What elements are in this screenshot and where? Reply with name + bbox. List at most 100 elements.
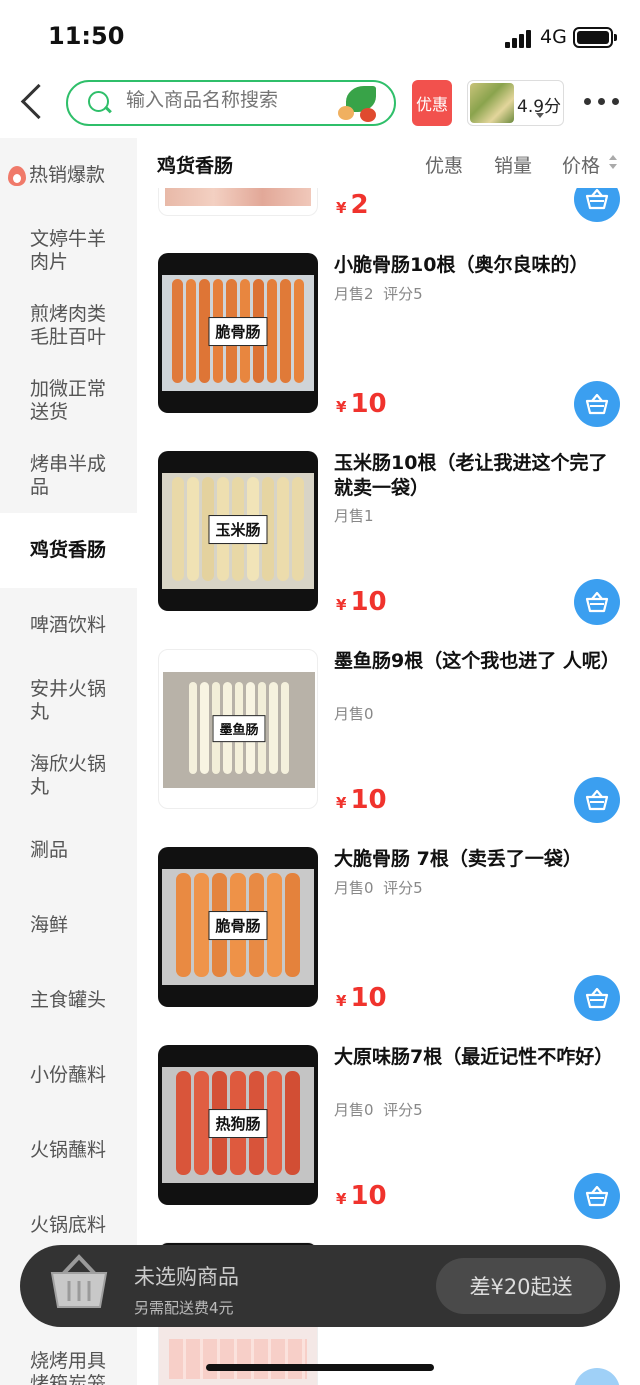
sidebar-item-label: 火锅蘸料: [30, 1139, 107, 1161]
sidebar-item-label: 烤串半成品: [30, 452, 107, 498]
network-label: 4G: [540, 26, 567, 48]
add-to-cart-button[interactable]: [574, 381, 620, 427]
back-button[interactable]: [16, 82, 52, 122]
basket-icon: [585, 789, 609, 811]
sidebar-item-label: 烧烤用具烤箱炭笼: [30, 1350, 107, 1385]
checkout-button[interactable]: 差¥20起送: [436, 1258, 606, 1314]
product-image: 脆骨肠: [158, 847, 318, 1007]
shopping-basket-icon: [50, 1254, 108, 1308]
fire-icon: [8, 165, 26, 186]
sidebar-item[interactable]: 火锅蘸料: [0, 1113, 137, 1188]
sort-sales-tab[interactable]: 销量: [494, 151, 532, 178]
sidebar-item[interactable]: 海欣火锅丸: [0, 738, 137, 813]
sidebar-item[interactable]: 安井火锅丸: [0, 663, 137, 738]
add-to-cart-button[interactable]: [574, 1368, 620, 1385]
sidebar-item[interactable]: 加微正常送货: [0, 363, 137, 438]
product-price: ¥10: [336, 983, 387, 1013]
product-image: [158, 188, 318, 216]
add-to-cart-button[interactable]: [574, 188, 620, 222]
home-indicator: [206, 1364, 434, 1371]
sidebar-item-active[interactable]: 鸡货香肠: [0, 513, 137, 588]
sort-price-tab[interactable]: 价格: [562, 151, 600, 178]
sidebar-item-hot[interactable]: 热销爆款: [0, 138, 137, 213]
sidebar-item[interactable]: 啤酒饮料: [0, 588, 137, 663]
package-label: 墨鱼肠: [212, 715, 266, 743]
store-rating-button[interactable]: 4.9分: [467, 80, 564, 126]
status-time: 11:50: [48, 22, 125, 50]
product-price: ¥2: [336, 190, 369, 220]
product-image: 墨鱼肠: [158, 649, 318, 809]
sidebar-item-label: 热销爆款: [29, 164, 106, 186]
basket-icon: [585, 1185, 609, 1207]
sidebar-item-label: 主食罐头: [30, 989, 107, 1011]
cart-status: 未选购商品: [134, 1265, 239, 1289]
product-meta: 月售0 评分5: [334, 1099, 423, 1120]
product-meta: 月售2 评分5: [334, 283, 423, 304]
sidebar-item[interactable]: 烧烤用具烤箱炭笼: [0, 1338, 137, 1385]
product-meta: 月售1: [334, 505, 374, 526]
product-image: 玉米肠: [158, 451, 318, 611]
sidebar-item[interactable]: 烤串半成品: [0, 438, 137, 513]
sidebar-item-label: 小份蘸料: [30, 1064, 107, 1086]
product-item-partial[interactable]: ¥2: [137, 188, 640, 228]
basket-icon: [585, 987, 609, 1009]
sidebar-item-label: 文婷牛羊肉片: [30, 227, 107, 273]
add-to-cart-button[interactable]: [574, 975, 620, 1021]
add-to-cart-button[interactable]: [574, 1173, 620, 1219]
basket-icon: [585, 188, 609, 210]
sidebar-item-label: 煎烤肉类毛肚百叶: [30, 302, 107, 348]
monthly-sales: 月售0: [334, 705, 374, 723]
basket-icon: [585, 393, 609, 415]
sidebar-item[interactable]: 小份蘸料: [0, 1038, 137, 1113]
product-score: 评分5: [383, 879, 423, 897]
package-label: 玉米肠: [208, 515, 268, 545]
section-title: 鸡货香肠: [157, 155, 234, 177]
search-box[interactable]: [66, 80, 396, 126]
vegetable-icon: [338, 86, 380, 122]
cart-bar[interactable]: 未选购商品 另需配送费4元 差¥20起送: [20, 1245, 620, 1327]
product-title: 墨鱼肠9根（这个我也进了 人呢）: [334, 650, 620, 672]
product-price: ¥10: [336, 389, 387, 419]
sidebar-item-label: 安井火锅丸: [30, 677, 107, 723]
package-label: 热狗肠: [208, 1109, 268, 1139]
product-item[interactable]: 脆骨肠 小脆骨肠10根（奥尔良味的） 月售2 评分5 ¥10: [137, 253, 640, 451]
monthly-sales: 月售0: [334, 879, 374, 897]
add-to-cart-button[interactable]: [574, 579, 620, 625]
monthly-sales: 月售0: [334, 1101, 374, 1119]
sidebar-item[interactable]: 文婷牛羊肉片: [0, 213, 137, 288]
sidebar-item-label: 海鲜: [30, 914, 69, 936]
product-item[interactable]: 热狗肠 大原味肠7根（最近记性不咋好） 月售0 评分5 ¥10: [137, 1045, 640, 1243]
product-meta: 月售0 评分5: [334, 877, 423, 898]
product-title: 玉米肠10根（老让我进这个完了就卖一袋）: [334, 452, 608, 499]
sort-promo-tab[interactable]: 优惠: [425, 151, 463, 178]
product-image: 热狗肠: [158, 1045, 318, 1205]
product-title: 小脆骨肠10根（奥尔良味的）: [334, 254, 589, 276]
nav-bar: 优惠 4.9分: [0, 72, 640, 134]
sidebar-item-label: 火锅底料: [30, 1214, 107, 1236]
product-item[interactable]: 墨鱼肠 墨鱼肠9根（这个我也进了 人呢） 月售0 ¥10: [137, 649, 640, 847]
list-header: 鸡货香肠 优惠 销量 价格: [137, 138, 640, 188]
status-bar: 11:50 4G: [0, 0, 640, 72]
sidebar-item-label: 加微正常送货: [30, 377, 107, 423]
product-title: 大脆骨肠 7根（卖丢了一袋）: [334, 848, 582, 870]
product-item[interactable]: 玉米肠 玉米肠10根（老让我进这个完了就卖一袋） 月售1 ¥10: [137, 451, 640, 649]
sidebar-item[interactable]: 海鲜: [0, 888, 137, 963]
product-price: ¥10: [336, 1181, 387, 1211]
search-input[interactable]: [126, 90, 326, 112]
sidebar-item[interactable]: 煎烤肉类毛肚百叶: [0, 288, 137, 363]
more-button[interactable]: [584, 98, 620, 106]
product-meta: 月售0: [334, 703, 374, 724]
sidebar-item[interactable]: 主食罐头: [0, 963, 137, 1038]
package-label: 脆骨肠: [208, 317, 268, 347]
promo-button[interactable]: 优惠: [412, 80, 452, 126]
battery-icon: [573, 27, 617, 48]
product-image: 脆骨肠: [158, 253, 318, 413]
add-to-cart-button[interactable]: [574, 777, 620, 823]
signal-icon: [505, 30, 533, 48]
product-item[interactable]: 脆骨肠 大脆骨肠 7根（卖丢了一袋） 月售0 评分5 ¥10: [137, 847, 640, 1045]
monthly-sales: 月售1: [334, 507, 374, 525]
sidebar-item-label: 啤酒饮料: [30, 614, 107, 636]
sidebar-item-label: 涮品: [30, 839, 69, 861]
chevron-down-icon: [536, 113, 544, 118]
sidebar-item[interactable]: 涮品: [0, 813, 137, 888]
